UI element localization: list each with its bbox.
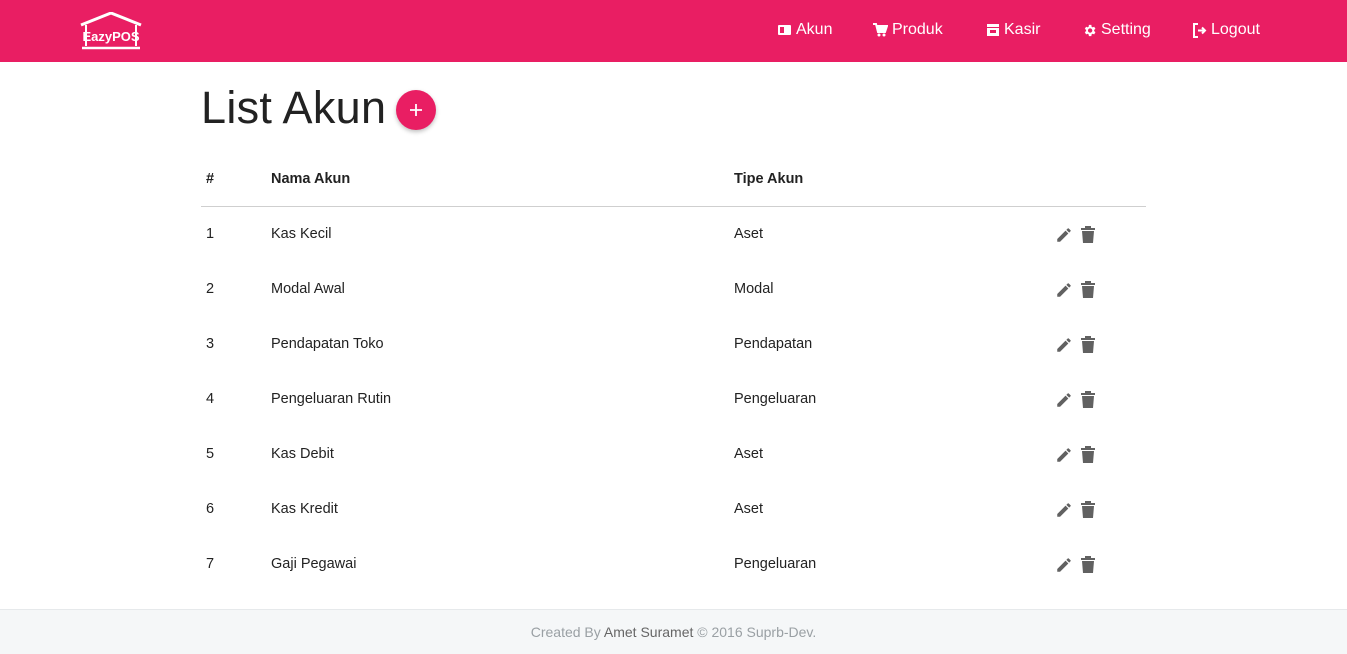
table-row: 1 Kas Kecil Aset <box>201 206 1146 261</box>
row-account-type: Pengeluaran <box>734 390 817 407</box>
row-actions <box>1054 371 1146 426</box>
table-header-row: # Nama Akun Tipe Akun <box>201 152 1146 207</box>
row-number: 2 <box>206 280 215 297</box>
row-number: 7 <box>206 555 215 572</box>
page-header: List Akun <box>201 80 386 136</box>
edit-icon[interactable] <box>1054 390 1074 410</box>
row-number: 4 <box>206 390 215 407</box>
row-account-name: Kas Debit <box>271 445 334 462</box>
edit-icon[interactable] <box>1054 225 1074 245</box>
row-number: 1 <box>206 225 215 242</box>
row-number: 5 <box>206 445 215 462</box>
edit-icon[interactable] <box>1054 555 1074 575</box>
nav-produk-label: Produk <box>892 21 943 38</box>
delete-icon[interactable] <box>1078 445 1098 465</box>
row-actions <box>1054 316 1146 371</box>
logout-icon <box>1193 22 1207 38</box>
header-actions <box>1054 152 1146 207</box>
row-account-type: Aset <box>734 445 764 462</box>
row-account-name: Pendapatan Toko <box>271 335 384 352</box>
row-number: 6 <box>206 500 215 517</box>
row-actions <box>1054 261 1146 316</box>
edit-icon[interactable] <box>1054 445 1074 465</box>
cart-icon <box>873 23 888 37</box>
delete-icon[interactable] <box>1078 500 1098 520</box>
account-icon <box>778 25 791 35</box>
row-account-name: Gaji Pegawai <box>271 555 357 572</box>
table-row: 5 Kas Debit Aset <box>201 426 1146 481</box>
row-account-type: Aset <box>734 225 764 242</box>
eazypos-logo[interactable]: EazyPOS <box>79 11 143 50</box>
nav-kasir[interactable]: Kasir <box>986 20 1040 40</box>
row-account-name: Kas Kredit <box>271 500 338 517</box>
nav-akun[interactable]: Akun <box>777 20 832 40</box>
row-account-name: Kas Kecil <box>271 225 332 242</box>
table-row: 4 Pengeluaran Rutin Pengeluaran <box>201 371 1146 426</box>
row-actions <box>1054 206 1146 261</box>
accounts-table: # Nama Akun Tipe Akun 1 Kas Kecil Aset 2 Mod… <box>201 152 1146 591</box>
header-account-name: Nama Akun <box>271 152 734 207</box>
table-row: 2 Modal Awal Modal <box>201 261 1146 316</box>
nav-akun-label: Akun <box>796 21 833 38</box>
row-actions <box>1054 481 1146 536</box>
gear-icon <box>1084 24 1096 36</box>
table-row: 7 Gaji Pegawai Pengeluaran <box>201 536 1146 591</box>
row-account-type: Pendapatan <box>734 335 813 352</box>
delete-icon[interactable] <box>1078 225 1098 245</box>
store-icon <box>987 24 999 36</box>
header-number: # <box>201 152 271 207</box>
table-row: 6 Kas Kredit Aset <box>201 481 1146 536</box>
nav-logout-label: Logout <box>1211 21 1260 38</box>
edit-icon[interactable] <box>1054 335 1074 355</box>
edit-icon[interactable] <box>1054 500 1074 520</box>
row-number: 3 <box>206 335 215 352</box>
delete-icon[interactable] <box>1078 555 1098 575</box>
delete-icon[interactable] <box>1078 335 1098 355</box>
page-title: List Akun <box>201 82 387 133</box>
row-account-name: Modal Awal <box>271 280 345 297</box>
row-account-type: Aset <box>734 500 764 517</box>
edit-icon[interactable] <box>1054 280 1074 300</box>
plus-icon <box>410 104 422 116</box>
delete-icon[interactable] <box>1078 280 1098 300</box>
nav-logout[interactable]: Logout <box>1192 20 1260 40</box>
add-account-button[interactable] <box>396 90 436 130</box>
delete-icon[interactable] <box>1078 390 1098 410</box>
table-row: 3 Pendapatan Toko Pendapatan <box>201 316 1146 371</box>
nav-setting[interactable]: Setting <box>1082 20 1151 40</box>
nav-kasir-label: Kasir <box>1004 21 1041 38</box>
row-account-type: Modal <box>734 280 774 297</box>
nav-setting-label: Setting <box>1101 21 1151 38</box>
footer-prefix: Created By <box>530 624 601 640</box>
row-account-name: Pengeluaran Rutin <box>271 390 392 407</box>
row-actions <box>1054 426 1146 481</box>
header-account-type: Tipe Akun <box>734 152 1054 207</box>
top-navbar: EazyPOS Akun Produk Kasir Setting Logout <box>0 0 1347 62</box>
nav-produk[interactable]: Produk <box>873 20 943 40</box>
footer-copyright: © 2016 Suprb-Dev. <box>697 624 817 640</box>
svg-text:EazyPOS: EazyPOS <box>82 29 139 44</box>
footer-author-link[interactable]: Amet Suramet <box>604 624 693 640</box>
footer: Created By Amet Suramet © 2016 Suprb-Dev… <box>0 609 1347 654</box>
row-account-type: Pengeluaran <box>734 555 817 572</box>
row-actions <box>1054 536 1146 591</box>
